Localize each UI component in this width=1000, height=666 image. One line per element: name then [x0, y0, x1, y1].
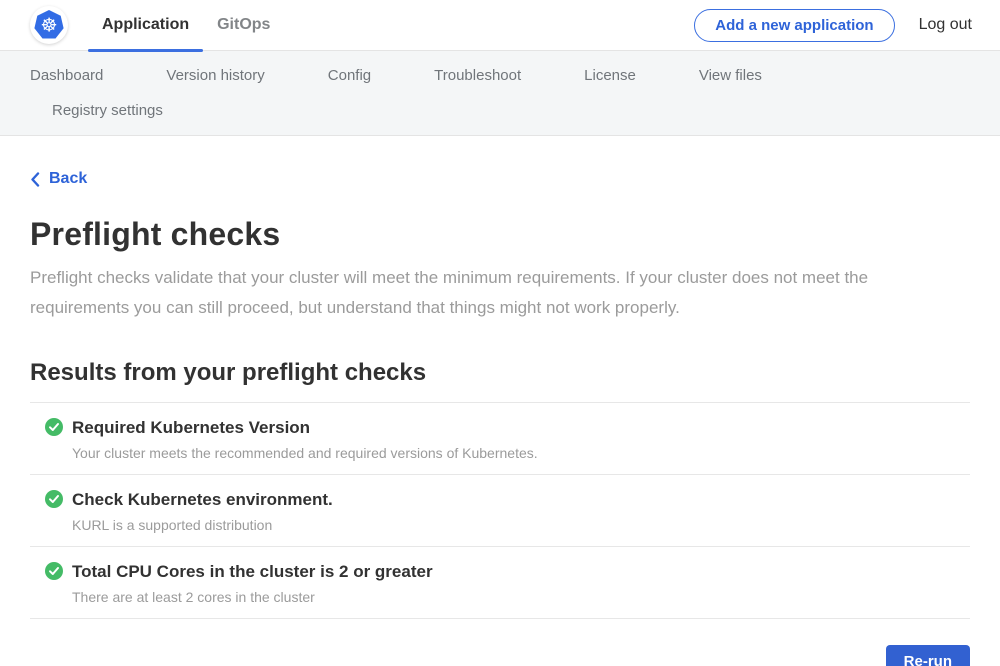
check-row-kubernetes-environment: Check Kubernetes environment. KURL is a …	[30, 474, 970, 546]
check-row-kubernetes-version: Required Kubernetes Version Your cluster…	[30, 402, 970, 474]
subnav-item-dashboard[interactable]: Dashboard	[30, 58, 103, 93]
logout-button[interactable]: Log out	[919, 16, 972, 34]
check-row-cpu-cores: Total CPU Cores in the cluster is 2 or g…	[30, 546, 970, 619]
subnav-item-view-files[interactable]: View files	[699, 58, 762, 93]
subnav-item-license[interactable]: License	[584, 58, 636, 93]
check-title: Total CPU Cores in the cluster is 2 or g…	[72, 560, 433, 584]
results-title: Results from your preflight checks	[30, 359, 970, 387]
check-circle-icon	[45, 418, 63, 436]
check-detail: Your cluster meets the recommended and r…	[72, 444, 538, 462]
subnav-item-version-history[interactable]: Version history	[166, 58, 264, 93]
check-title: Check Kubernetes environment.	[72, 488, 333, 512]
kubernetes-logo: ☸	[30, 6, 68, 44]
back-link[interactable]: Back	[30, 170, 87, 188]
primary-tabs: Application GitOps	[88, 0, 284, 51]
subnav-item-troubleshoot[interactable]: Troubleshoot	[434, 58, 521, 93]
tab-gitops[interactable]: GitOps	[203, 0, 284, 51]
check-text: Check Kubernetes environment. KURL is a …	[72, 488, 333, 534]
svg-text:☸: ☸	[40, 15, 57, 37]
top-header: ☸ Application GitOps Add a new applicati…	[0, 0, 1000, 51]
page-description: Preflight checks validate that your clus…	[30, 263, 960, 323]
check-title: Required Kubernetes Version	[72, 416, 538, 440]
subnav-item-config[interactable]: Config	[328, 58, 371, 93]
check-circle-icon	[45, 562, 63, 580]
check-text: Required Kubernetes Version Your cluster…	[72, 416, 538, 462]
rerun-button[interactable]: Re-run	[886, 645, 970, 666]
back-label: Back	[49, 170, 87, 188]
footer-actions: Re-run	[30, 645, 970, 666]
kubernetes-logo-icon: ☸	[33, 9, 65, 41]
preflight-check-list: Required Kubernetes Version Your cluster…	[30, 402, 970, 619]
check-detail: There are at least 2 cores in the cluste…	[72, 588, 433, 606]
check-circle-icon	[45, 490, 63, 508]
check-detail: KURL is a supported distribution	[72, 516, 333, 534]
app-subnav: Dashboard Version history Config Trouble…	[0, 51, 1000, 136]
main-content: Back Preflight checks Preflight checks v…	[0, 136, 1000, 666]
chevron-left-icon	[30, 172, 40, 187]
check-text: Total CPU Cores in the cluster is 2 or g…	[72, 560, 433, 606]
subnav-item-registry-settings[interactable]: Registry settings	[52, 93, 163, 128]
add-application-button[interactable]: Add a new application	[694, 9, 894, 42]
tab-application[interactable]: Application	[88, 0, 203, 51]
page-title: Preflight checks	[30, 216, 970, 253]
